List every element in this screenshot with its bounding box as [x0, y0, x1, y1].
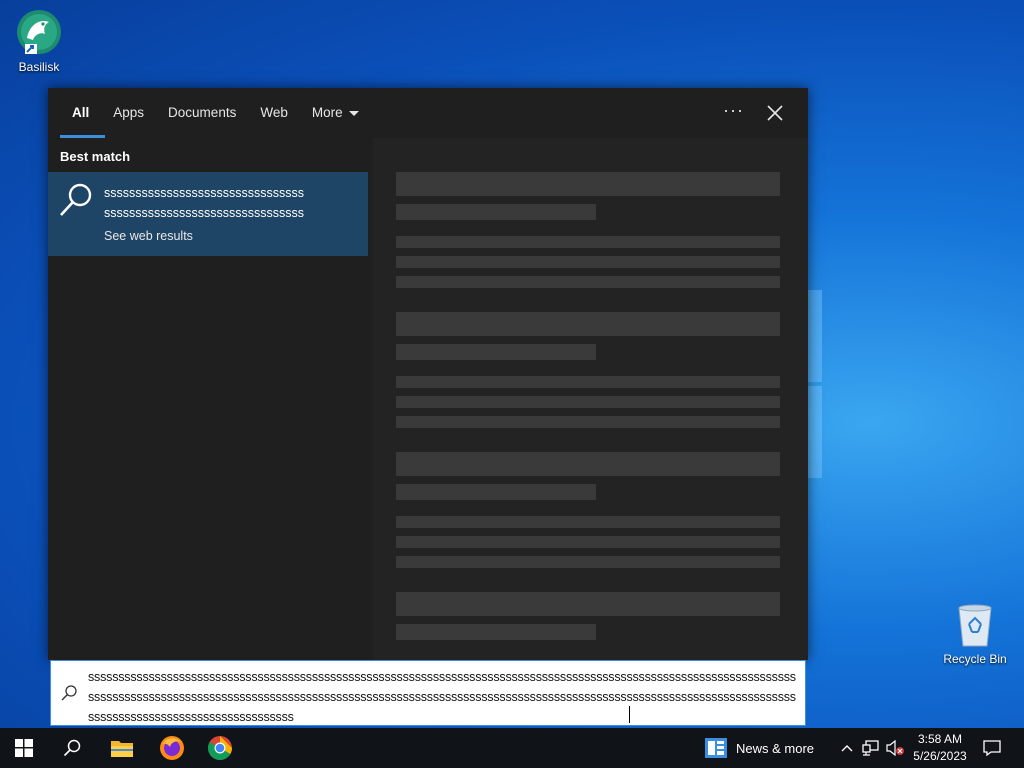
- loading-placeholder: [396, 416, 780, 428]
- volume-muted-icon: [886, 740, 904, 756]
- result-title-line: ssssssssssssssssssssssssssssssss: [104, 206, 304, 220]
- search-panel: All Apps Documents Web More ··· Best mat…: [48, 88, 808, 660]
- show-hidden-icons-button[interactable]: [838, 728, 856, 768]
- tab-label: Documents: [168, 105, 237, 120]
- network-icon: [862, 740, 879, 756]
- news-and-interests-widget[interactable]: News & more: [704, 728, 828, 768]
- tab-label: More: [311, 105, 343, 120]
- tab-web[interactable]: Web: [248, 88, 300, 138]
- news-icon: [705, 738, 727, 758]
- taskbar-chrome[interactable]: [196, 728, 244, 768]
- loading-placeholder: [396, 344, 596, 360]
- tab-more[interactable]: More: [300, 88, 371, 138]
- desktop-icon-recycle-bin[interactable]: Recycle Bin: [940, 602, 1010, 666]
- taskbar-file-explorer[interactable]: [98, 728, 146, 768]
- result-title-line: ssssssssssssssssssssssssssssssss: [104, 186, 304, 200]
- desktop-icon-basilisk[interactable]: Basilisk: [4, 8, 74, 74]
- clock-date: 5/26/2023: [913, 749, 967, 763]
- action-center-button[interactable]: [978, 728, 1006, 768]
- tab-apps[interactable]: Apps: [101, 88, 156, 138]
- clock[interactable]: 3:58 AM 5/26/2023: [905, 731, 975, 765]
- firefox-icon: [160, 736, 184, 760]
- loading-placeholder: [396, 376, 780, 388]
- search-icon: [60, 684, 78, 702]
- clock-time: 3:58 AM: [917, 732, 963, 746]
- text-cursor: [629, 706, 630, 723]
- preview-pane-loading: [373, 138, 808, 660]
- loading-placeholder: [396, 312, 780, 336]
- windows-logo-icon: [15, 739, 33, 757]
- loading-placeholder: [396, 556, 780, 568]
- loading-placeholder: [396, 624, 596, 640]
- tab-documents[interactable]: Documents: [156, 88, 248, 138]
- news-label: News & more: [736, 740, 815, 756]
- loading-placeholder: [396, 484, 596, 500]
- desktop-icon-label: Basilisk: [18, 60, 60, 74]
- taskbar: News & more 3:58 AM 5/26/2023: [0, 728, 1024, 768]
- results-list: Best match sssssssssssssssssssssssssssss…: [48, 138, 368, 660]
- loading-placeholder: [396, 536, 780, 548]
- start-button[interactable]: [0, 728, 48, 768]
- volume-tray-icon[interactable]: [884, 728, 906, 768]
- more-options-icon[interactable]: ···: [723, 100, 744, 121]
- best-match-heading: Best match: [60, 149, 131, 164]
- basilisk-icon: [15, 8, 63, 56]
- tab-label: All: [72, 105, 90, 120]
- tab-label: Web: [260, 105, 288, 120]
- search-tabs: All Apps Documents Web More: [48, 88, 808, 138]
- loading-placeholder: [396, 276, 780, 288]
- recycle-bin-icon: [953, 602, 997, 648]
- loading-placeholder: [396, 236, 780, 248]
- tab-label: Apps: [113, 105, 145, 120]
- desktop-icon-label: Recycle Bin: [943, 652, 1007, 666]
- close-icon[interactable]: [764, 102, 786, 124]
- best-match-result[interactable]: ssssssssssssssssssssssssssssssss sssssss…: [48, 172, 368, 256]
- search-icon: [63, 739, 81, 757]
- search-query-text: ssssssssssssssssssssssssssssssssssssssss…: [88, 670, 796, 724]
- notification-icon: [983, 740, 1001, 757]
- loading-placeholder: [396, 516, 780, 528]
- network-tray-icon[interactable]: [860, 728, 882, 768]
- loading-placeholder: [396, 452, 780, 476]
- folder-icon: [111, 741, 133, 757]
- loading-placeholder: [396, 204, 596, 220]
- wallpaper-light-pane: [808, 386, 822, 478]
- chevron-down-icon: [348, 110, 359, 116]
- loading-placeholder: [396, 172, 780, 196]
- loading-placeholder: [396, 256, 780, 268]
- wallpaper-light-pane: [808, 290, 822, 382]
- taskbar-firefox[interactable]: [148, 728, 196, 768]
- search-input[interactable]: ssssssssssssssssssssssssssssssssssssssss…: [50, 660, 806, 726]
- tab-all[interactable]: All: [60, 88, 106, 138]
- loading-placeholder: [396, 396, 780, 408]
- search-icon: [58, 182, 94, 218]
- loading-placeholder: [396, 592, 780, 616]
- chevron-up-icon: [841, 745, 853, 752]
- taskbar-search-button[interactable]: [48, 728, 96, 768]
- chrome-icon: [207, 736, 232, 761]
- result-subtext: See web results: [104, 229, 193, 243]
